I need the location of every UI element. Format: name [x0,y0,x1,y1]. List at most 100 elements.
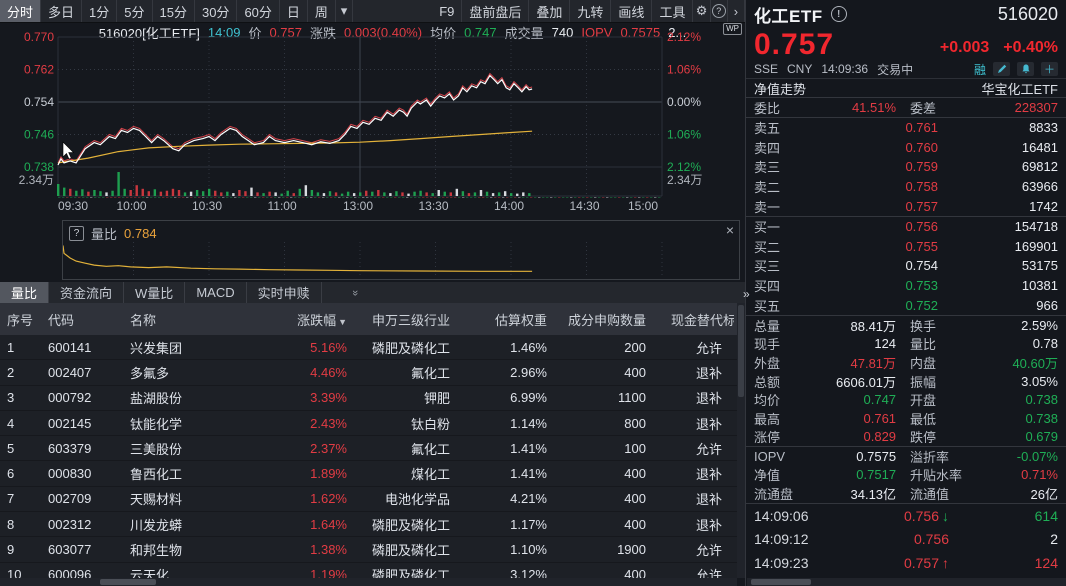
tabbar-collapse-icon[interactable]: » [349,289,361,295]
toolbar-item-60分[interactable]: 60分 [237,0,279,22]
order-book-row-卖二[interactable]: 卖二0.75863966 [746,177,1066,197]
stat-value: 47.81万 [810,353,896,372]
add-icon[interactable]: ＋ [1041,62,1058,76]
y-axis-right-tick: 2.12% [667,30,701,44]
toolbar-item-F9[interactable]: F9 [432,0,462,22]
cell-weight: 1.17% [450,517,547,532]
stat-value: 0.7575 [810,449,896,464]
order-book-row-买二[interactable]: 买二0.755169901 [746,237,1066,257]
toolbar-item-九转[interactable]: 九转 [570,0,611,22]
toolbar-item-周[interactable]: 周 [308,0,336,22]
stat-row-现手: 现手124量比0.78 [746,335,1066,354]
book-volume: 53175 [938,258,1058,273]
table-row-000830[interactable]: 6000830鲁西化工1.89%煤化工1.41%400退补 [0,461,737,486]
cell-subscription-qty: 100 [547,441,646,456]
tab-量比[interactable]: 量比 [0,282,49,303]
column-header-估算权重[interactable]: 估算权重 [450,310,547,329]
table-row-002407[interactable]: 2002407多氟多4.46%氟化工2.96%400退补 [0,360,737,385]
stat-value: 26亿 [976,484,1058,503]
nav-row[interactable]: 净值走势 华宝化工ETF [746,79,1066,98]
stat-label: 量比 [910,334,976,353]
order-book-row-卖四[interactable]: 卖四0.76016481 [746,138,1066,158]
toolbar-item-分时[interactable]: 分时 [0,0,41,22]
price-change: +0.003 +0.40% [940,39,1058,60]
help-icon[interactable]: ? [69,226,84,241]
column-header-涨跌幅[interactable]: 涨跌幅▼ [295,310,347,329]
table-row-600141[interactable]: 1600141兴发集团5.16%磷肥及磷化工1.46%200允许 [0,335,737,360]
table-row-603379[interactable]: 5603379三美股份2.37%氟化工1.41%100允许 [0,436,737,461]
cell-change-pct: 2.43% [295,416,347,431]
stat-value: 124 [810,336,896,351]
column-header-成分申购数量[interactable]: 成分申购数量 [547,310,646,329]
toolbar-spacer [353,0,432,22]
toolbar-item-15分[interactable]: 15分 [153,0,195,22]
tick-volume: 2 [949,531,1058,547]
table-row-603077[interactable]: 9603077和邦生物1.38%磷肥及磷化工1.10%1900允许 [0,537,737,562]
toolbar-item-多日[interactable]: 多日 [41,0,82,22]
column-header-现金替代标志[interactable]: 现金替代标志 [646,310,734,329]
table-row-002709[interactable]: 7002709天赐材料1.62%电池化学品4.21%400退补 [0,487,737,512]
table-vertical-scrollbar[interactable] [737,303,745,578]
tab-MACD[interactable]: MACD [185,282,246,303]
book-price: 0.752 [790,298,938,313]
book-level-label: 卖一 [754,197,790,216]
cell-change-pct: 3.39% [295,390,347,405]
cell-index: 9 [0,542,48,557]
edit-icon[interactable] [993,62,1010,76]
quote-subline: SSE CNY 14:09:36 交易中 融 ＋ [746,60,1066,79]
book-volume: 966 [938,298,1058,313]
tab-实时申赎[interactable]: 实时申赎 [247,282,322,303]
book-volume: 1742 [938,199,1058,214]
tick-volume: 614 [949,508,1058,524]
table-row-002312[interactable]: 8002312川发龙蟒1.64%磷肥及磷化工1.17%400退补 [0,512,737,537]
table-row-000792[interactable]: 3000792盐湖股份3.39%钾肥6.99%1100退补 [0,386,737,411]
order-book-row-买一[interactable]: 买一0.756154718 [746,216,1066,237]
x-axis-tick: 10:30 [192,199,222,213]
toolbar-item-画线[interactable]: 画线 [611,0,652,22]
stat-value: 0.7517 [810,467,896,482]
toolbar-more-icon[interactable]: › [728,0,745,22]
table-row-002145[interactable]: 4002145钛能化学2.43%钛白粉1.14%800退补 [0,411,737,436]
change-value: +0.003 [940,39,989,57]
order-book-row-买三[interactable]: 买三0.75453175 [746,256,1066,276]
order-book-row-买四[interactable]: 买四0.75310381 [746,276,1066,296]
gear-icon[interactable]: ⚙ [693,0,710,22]
toolbar-item-5分[interactable]: 5分 [117,0,152,22]
column-header-代码[interactable]: 代码 [48,310,130,329]
toolbar-item-日[interactable]: 日 [280,0,308,22]
column-header-申万三级行业[interactable]: 申万三级行业 [347,310,450,329]
order-book-row-卖五[interactable]: 卖五0.7618833 [746,118,1066,138]
tab-资金流向[interactable]: 资金流向 [49,282,124,303]
cell-weight: 2.96% [450,365,547,380]
help-icon[interactable]: ? [711,0,728,22]
interval-dropdown-icon[interactable]: ▾ [336,0,353,22]
table-horizontal-scrollbar[interactable] [0,578,737,586]
toolbar-item-盘前盘后[interactable]: 盘前盘后 [462,0,529,22]
toolbar-item-工具[interactable]: 工具 [652,0,693,22]
tab-W量比[interactable]: W量比 [124,282,185,303]
column-header-序号[interactable]: 序号 [0,310,48,329]
stat-row-外盘: 外盘47.81万内盘40.60万 [746,353,1066,372]
cell-name: 钛能化学 [130,414,295,433]
help-glyph: ? [712,4,726,18]
book-volume: 16481 [938,140,1058,155]
arrow-up-icon: ↑ [942,555,949,571]
order-book-row-卖三[interactable]: 卖三0.75969812 [746,157,1066,177]
quote-panel-scrollbar[interactable] [747,578,1066,586]
book-volume: 169901 [938,239,1058,254]
y-axis-left-tick: 0.770 [24,30,54,44]
toolbar-item-30分[interactable]: 30分 [195,0,237,22]
cell-change-pct: 1.64% [295,517,347,532]
toolbar-item-叠加[interactable]: 叠加 [529,0,570,22]
column-header-名称[interactable]: 名称 [130,310,295,329]
info-icon[interactable]: ! [831,6,847,22]
cell-weight: 1.46% [450,340,547,355]
panel-expand-icon[interactable]: » [743,287,750,301]
bell-icon[interactable] [1017,62,1034,76]
order-book-row-卖一[interactable]: 卖一0.7571742 [746,196,1066,216]
order-book-row-买五[interactable]: 买五0.752966 [746,295,1066,315]
close-icon[interactable]: × [726,223,734,237]
book-price: 0.757 [790,199,938,214]
toolbar-item-1分[interactable]: 1分 [82,0,117,22]
intraday-chart[interactable]: 0.7700.7620.7540.7460.7382.12%1.06%0.00%… [0,30,745,198]
